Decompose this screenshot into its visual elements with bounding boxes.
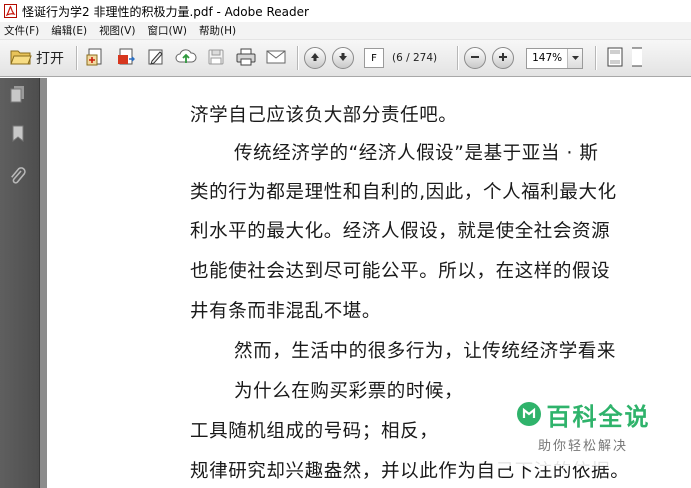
edit-button[interactable] [143,45,169,71]
page-down-icon [337,51,349,66]
email-button[interactable] [263,45,289,71]
toolbar-separator [76,46,77,70]
navigation-panel [0,78,40,488]
toolbar-separator [297,46,298,70]
menu-view[interactable]: 视图(V) [99,23,135,38]
toolbar-separator [595,46,597,70]
zoom-in-icon [497,51,509,66]
adobe-reader-icon [3,4,17,18]
text-line: 井有条而非混乱不堪。 [190,301,382,322]
chevron-down-icon[interactable] [567,48,583,68]
text-line: 济学自己应该负大部分责任吧。 [190,105,458,126]
previous-page-button[interactable] [304,47,326,69]
zoom-out-icon [469,51,481,66]
fit-width-button[interactable] [632,45,643,71]
page-count: (6 / 274) [392,52,438,64]
pages-icon[interactable] [7,83,29,105]
document-gutter [40,78,47,488]
watermark-subtitle: 助你轻松解决 [537,438,628,454]
toolbar-separator [457,46,459,70]
watermark: 百科全说 助你轻松解决 [497,384,669,466]
zoom-select[interactable]: 147% [526,47,584,69]
create-pdf-button[interactable] [83,45,109,71]
fit-page-icon [605,46,625,71]
toolbar: 打开 F (6 / 274) 147% [0,40,691,77]
watermark-logo-icon [516,401,542,427]
text-line: 为什么在购买彩票的时候， [234,381,464,402]
zoom-value: 147% [532,52,563,64]
bookmarks-icon[interactable] [7,123,29,145]
text-line: 也能使社会达到尽可能公平。所以，在这样的假设 [190,261,611,282]
save-button[interactable] [203,45,229,71]
upload-button[interactable] [173,45,199,71]
zoom-out-button[interactable] [464,47,487,69]
fit-page-button[interactable] [602,45,628,71]
print-button[interactable] [233,45,259,71]
menu-bar: 文件(F) 编辑(E) 视图(V) 窗口(W) 帮助(H) [0,22,691,40]
window-title: 怪诞行为学2 非理性的积极力量.pdf - Adobe Reader [22,4,309,19]
open-button[interactable]: 打开 [6,45,68,71]
text-line: 工具随机组成的号码；相反， [190,421,439,442]
save-icon [206,47,226,70]
export-pdf-button[interactable] [113,45,139,71]
attachments-icon[interactable] [7,166,29,188]
export-pdf-icon [116,47,136,70]
watermark-row: 百科全说 [516,397,651,432]
text-line: 类的行为都是理性和自利的,因此，个人福利最大化 [190,182,617,203]
text-line: 然而，生活中的很多行为，让传统经济学看来 [234,341,617,362]
zoom-in-button[interactable] [492,47,515,69]
page-number-input[interactable]: F [364,48,384,68]
menu-window[interactable]: 窗口(W) [147,23,187,38]
fit-width-icon [632,46,643,71]
email-icon [265,48,287,69]
page-up-icon [309,51,321,66]
open-label: 打开 [36,51,64,67]
menu-edit[interactable]: 编辑(E) [51,23,87,38]
upload-cloud-icon [175,47,197,70]
watermark-title: 百科全说 [546,402,651,431]
create-pdf-icon [86,47,106,70]
title-bar: 怪诞行为学2 非理性的积极力量.pdf - Adobe Reader [0,0,691,22]
next-page-button[interactable] [332,47,354,69]
menu-help[interactable]: 帮助(H) [199,23,236,38]
print-icon [235,47,257,70]
edit-icon [146,47,166,70]
open-folder-icon [10,48,32,69]
text-line: 利水平的最大化。经济人假设，就是使全社会资源 [190,221,611,242]
menu-file[interactable]: 文件(F) [4,23,39,38]
text-line: 传统经济学的“经济人假设”是基于亚当 · 斯 [234,143,599,164]
